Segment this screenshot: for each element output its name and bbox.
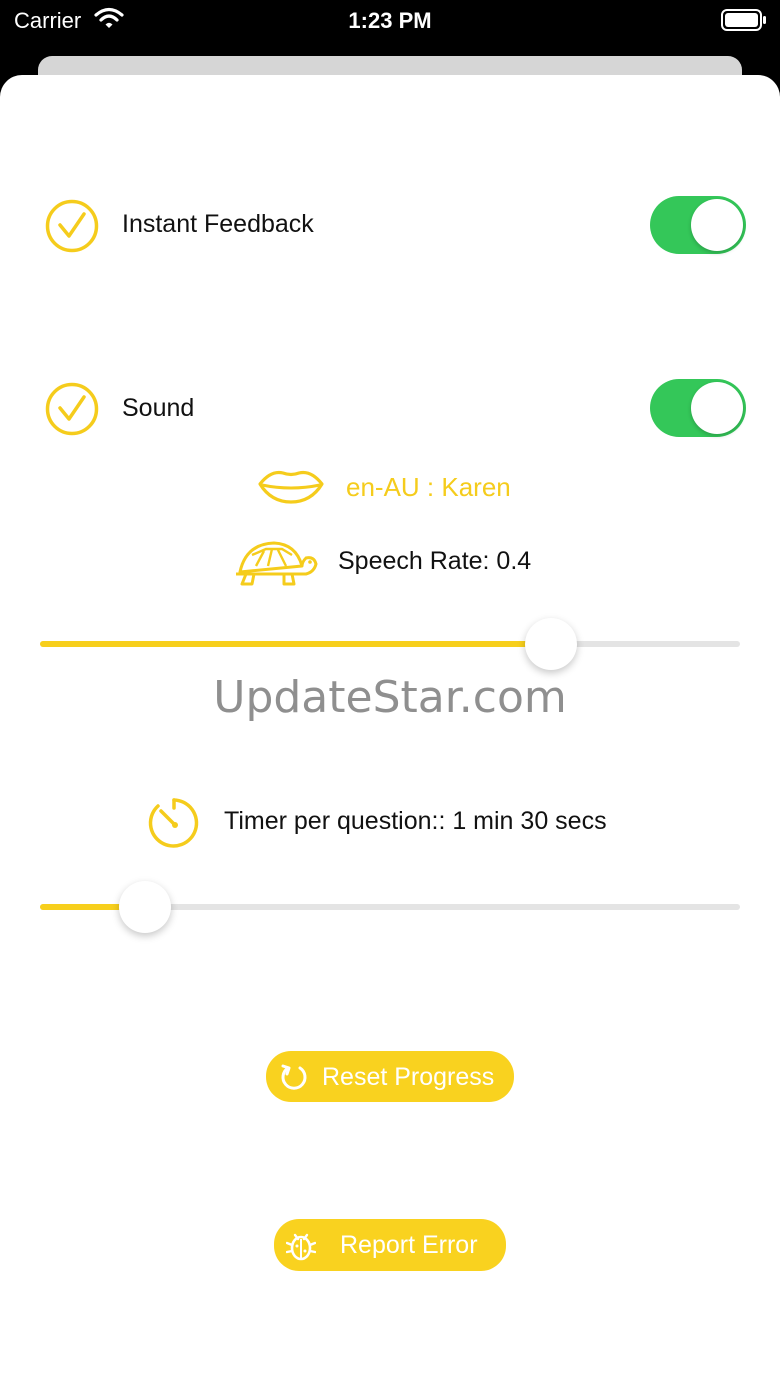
reset-icon [278, 1061, 310, 1100]
sound-label: Sound [122, 394, 195, 422]
timer-label: Timer per question:: 1 min 30 secs [224, 807, 607, 835]
speech-rate-slider[interactable] [40, 618, 740, 670]
checkmark-circle-icon [44, 381, 100, 442]
checkmark-circle-icon [44, 198, 100, 259]
turtle-icon [232, 536, 324, 593]
bug-icon [285, 1229, 317, 1268]
timer-icon [145, 794, 203, 857]
instant-feedback-label: Instant Feedback [122, 210, 314, 238]
status-time: 1:23 PM [348, 8, 432, 33]
report-error-label: Report Error [340, 1231, 478, 1259]
toggle-knob [691, 199, 743, 251]
speech-rate-label: Speech Rate: 0.4 [338, 547, 532, 575]
toggle-knob [691, 382, 743, 434]
slider-thumb[interactable] [525, 618, 577, 670]
report-error-button[interactable]: Report Error [274, 1219, 506, 1271]
reset-progress-button[interactable]: Reset Progress [266, 1051, 514, 1102]
instant-feedback-toggle[interactable] [650, 196, 746, 254]
timer-slider[interactable] [40, 881, 740, 933]
sound-toggle[interactable] [650, 379, 746, 437]
slider-thumb[interactable] [119, 881, 171, 933]
lips-icon [257, 467, 325, 510]
slider-fill [40, 641, 551, 647]
watermark: UpdateStar.com [213, 672, 567, 723]
settings-sheet [0, 75, 780, 1395]
voice-selector[interactable]: en-AU : Karen [346, 472, 511, 503]
reset-progress-label: Reset Progress [322, 1063, 495, 1091]
battery-icon [721, 9, 767, 36]
status-bar: Carrier 1:23 PM [0, 0, 780, 40]
